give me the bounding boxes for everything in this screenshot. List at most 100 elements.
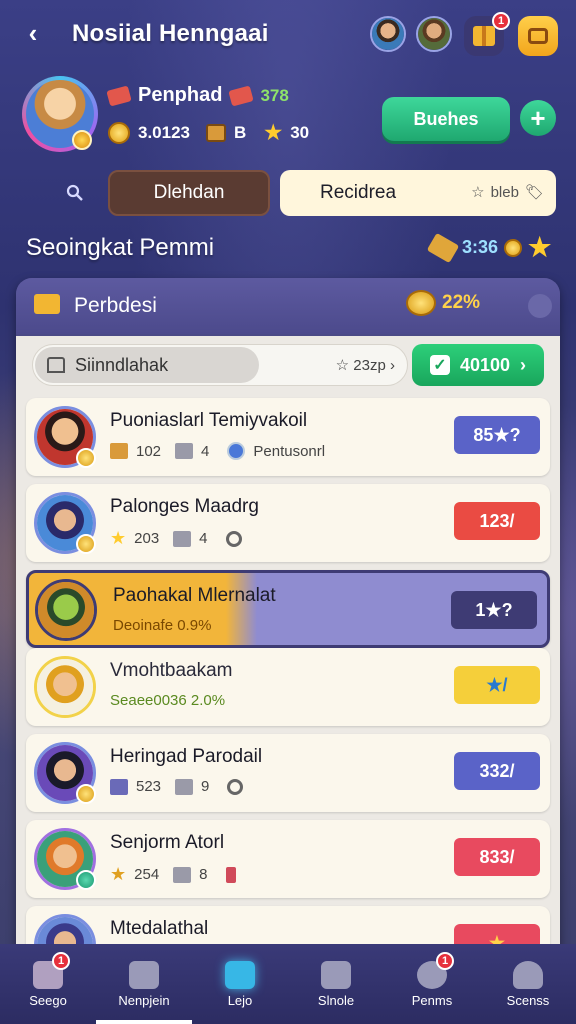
- row-meta: ★ 254 8: [110, 864, 236, 885]
- row-meta: 102 4 Pentusonrl: [110, 442, 325, 460]
- box-icon: [206, 123, 226, 142]
- level-value: 378: [260, 85, 289, 105]
- nav-item-home[interactable]: Seego 1: [0, 944, 96, 1024]
- panel-search-button[interactable]: [528, 294, 552, 318]
- section-stats: 3:36 ★: [426, 232, 552, 263]
- chest-icon: [528, 28, 548, 44]
- gears-icon: [175, 443, 194, 459]
- row-subline: Deoinafe 0.9%: [113, 617, 212, 634]
- gears-icon: [175, 778, 194, 795]
- section-value: 3:36: [462, 237, 499, 257]
- avatar-image: [418, 18, 450, 50]
- row-meta: 523 9: [110, 778, 244, 795]
- nav-item-music[interactable]: Nenpjein: [96, 944, 192, 1024]
- bottom-nav: Seego 1 Nenpjein Lejo Slnole Penms 1 Sce…: [0, 944, 576, 1024]
- chevron-right-icon: ›: [390, 357, 395, 374]
- star-icon: ★: [264, 122, 283, 144]
- row-name: Heringad Parodail: [110, 746, 263, 767]
- list-item[interactable]: Heringad Parodail 523 9 332/: [26, 734, 550, 812]
- filter-right-value: 23zp: [353, 357, 386, 374]
- chest-button[interactable]: [518, 16, 558, 56]
- check-icon: ✓: [429, 355, 450, 375]
- filter-label: Siinndlahak: [75, 354, 169, 375]
- row-avatar: [35, 579, 97, 641]
- friend-avatar-1[interactable]: [370, 16, 406, 52]
- active-tab-indicator: [96, 1020, 192, 1024]
- panel-content: Siinndlahak ☆ 23zp › ✓ 40100 › Puoniasla…: [16, 336, 560, 968]
- row-meta-2: 8: [199, 866, 208, 883]
- confirm-label: 40100: [459, 354, 511, 375]
- row-badge[interactable]: 1★?: [451, 591, 537, 629]
- row-name: Puoniaslarl Temiyvakoil: [110, 410, 308, 431]
- coin-icon: [76, 784, 96, 804]
- back-button[interactable]: ‹: [18, 18, 48, 48]
- list-item-highlighted[interactable]: Paohakal Mlernalat Deoinafe 0.9% 1★?: [26, 570, 550, 648]
- list-item[interactable]: Palonges Maadrg ★ 203 4 123/: [26, 484, 550, 562]
- nav-item-shop[interactable]: Slnole: [288, 944, 384, 1024]
- tag-icon: 🏷: [524, 184, 544, 201]
- play-icon: [225, 960, 255, 989]
- list-item[interactable]: Senjorm Atorl ★ 254 8 833/: [26, 820, 550, 898]
- coin-icon: [108, 121, 130, 144]
- row-badge[interactable]: 833/: [454, 838, 540, 876]
- gem-icon: [76, 870, 96, 890]
- star-icon: ☆: [471, 184, 485, 201]
- nav-item-social[interactable]: Penms 1: [384, 944, 480, 1024]
- row-badge[interactable]: ★/: [454, 666, 540, 704]
- row-name: Palonges Maadrg: [110, 496, 259, 517]
- folder-icon: [34, 294, 60, 314]
- filter-bar[interactable]: Siinndlahak ☆ 23zp ›: [32, 344, 408, 386]
- star-icon: ★: [528, 232, 552, 262]
- user-icon: [513, 960, 543, 989]
- tab-secondary-sub: ☆ bleb 🏷: [471, 183, 544, 202]
- chevron-left-icon: ‹: [28, 17, 38, 48]
- row-meta-2: 9: [201, 778, 210, 795]
- nav-label: Nenpjein: [118, 992, 170, 1008]
- nav-label: Penms: [411, 992, 453, 1008]
- tab-sub-label: bleb: [490, 183, 519, 201]
- coins-value: 3.0123: [138, 122, 190, 142]
- search-icon[interactable]: [66, 184, 84, 202]
- coin-icon: [76, 534, 96, 554]
- section-title: Seoingkat Pemmi: [26, 234, 215, 261]
- nav-label: Scenss: [506, 992, 550, 1008]
- globe-icon: [227, 442, 246, 460]
- tab-primary[interactable]: Dlehdan: [108, 170, 270, 216]
- coin-icon: [72, 130, 92, 150]
- boost-button[interactable]: Buehes: [382, 97, 510, 141]
- nav-item-play[interactable]: Lejo: [192, 944, 288, 1024]
- nav-notification-badge: 1: [52, 952, 70, 970]
- page-title: Nosiial Henngaai: [72, 20, 269, 47]
- panel-percent: 22%: [406, 290, 480, 316]
- filter-selector[interactable]: Siinndlahak: [35, 347, 259, 383]
- swirl-icon: [225, 530, 242, 547]
- potion-icon: [225, 866, 236, 883]
- tab-secondary[interactable]: Recidrea ☆ bleb 🏷: [280, 170, 556, 216]
- nav-label: Seego: [29, 992, 67, 1008]
- music-icon: [129, 960, 159, 989]
- row-badge[interactable]: 123/: [454, 502, 540, 540]
- profile-name: Penphad: [138, 84, 223, 106]
- top-bar: ‹ Nosiial Henngaai 1: [0, 0, 576, 70]
- list-item[interactable]: Puoniaslarl Temiyvakoil 102 4 Pentusonrl…: [26, 398, 550, 476]
- add-button[interactable]: +: [520, 100, 556, 136]
- row-badge[interactable]: 332/: [454, 752, 540, 790]
- row-subline: Seaee0036 2.0%: [110, 692, 226, 709]
- row-meta-2: 4: [199, 530, 208, 547]
- coin-icon: [504, 238, 523, 257]
- confirm-button[interactable]: ✓ 40100 ›: [412, 344, 544, 386]
- row-avatar: [34, 656, 96, 718]
- crate-icon: [110, 778, 128, 795]
- row-badge[interactable]: 85★?: [454, 416, 540, 454]
- list-item[interactable]: Vmohtbaakam Seaee0036 2.0% ★/: [26, 648, 550, 726]
- home-icon: [47, 357, 65, 373]
- friend-avatar-2[interactable]: [416, 16, 452, 52]
- avatar-image: [372, 18, 404, 50]
- profile-name-row: Penphad 378: [106, 84, 289, 107]
- row-meta-1: 203: [134, 530, 160, 547]
- chevron-right-icon: ›: [520, 354, 527, 375]
- nav-item-profile[interactable]: Scenss: [480, 944, 576, 1024]
- percent-value: 22%: [442, 292, 481, 313]
- star-icon: ★: [110, 864, 127, 884]
- tab-secondary-label: Recidrea: [320, 182, 397, 203]
